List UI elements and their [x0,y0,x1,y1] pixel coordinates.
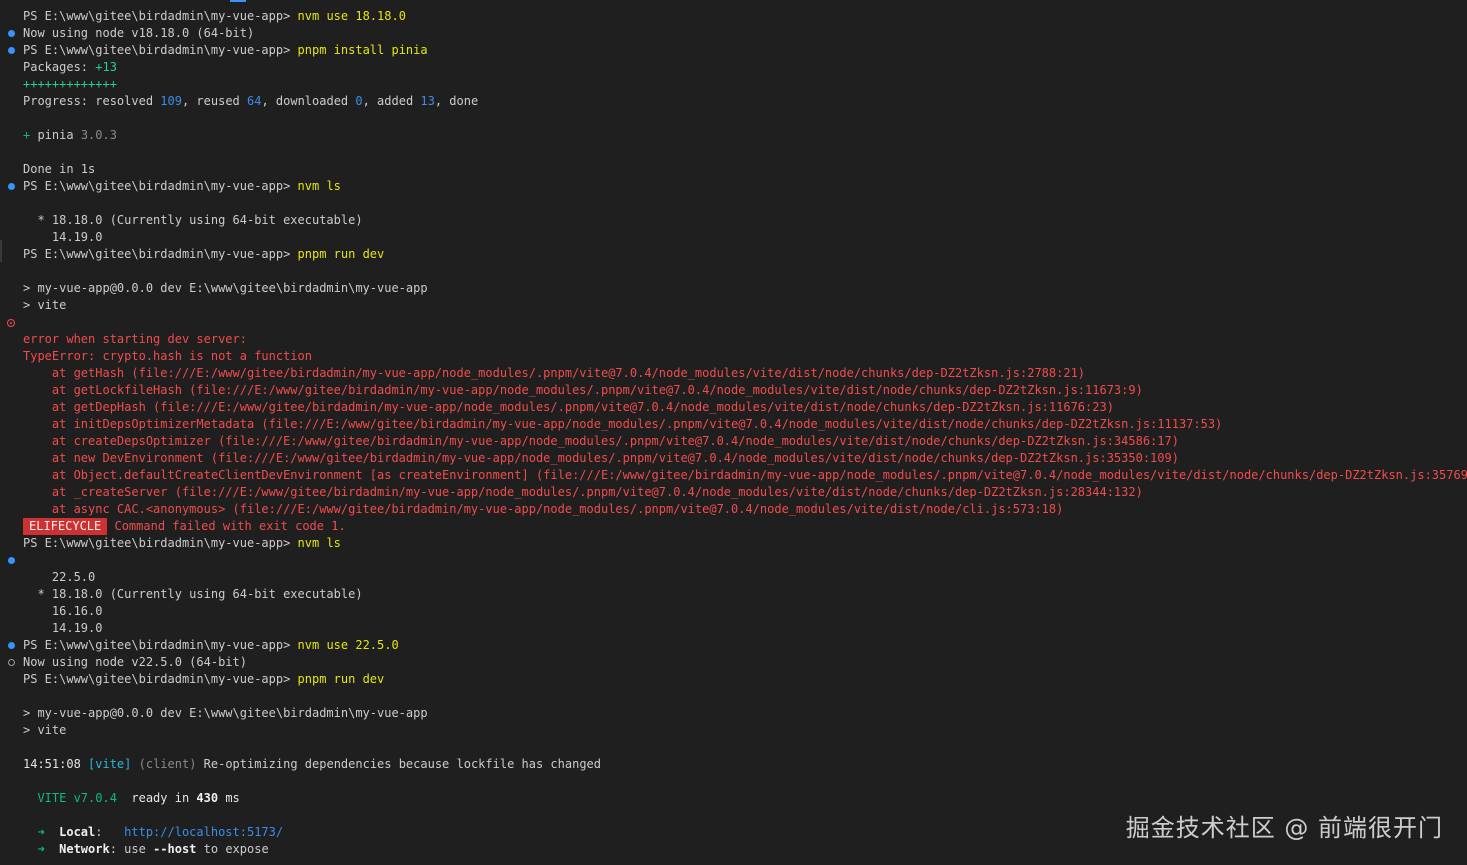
success-dot-icon [7,642,15,649]
terminal-line: PS E:\www\gitee\birdadmin\my-vue-app> nv… [7,637,1467,654]
success-dot-icon [7,557,15,564]
terminal-line: 14.19.0 [23,230,103,244]
arrow-right-icon: ➜ [23,842,60,856]
terminal-output: PS E:\www\gitee\birdadmin\my-vue-app> nv… [7,8,1467,858]
terminal-line: TypeError: crypto.hash is not a function [23,349,312,363]
stack-line: at new DevEnvironment (file:///E:/www/gi… [23,451,1179,465]
local-url-link[interactable]: http://localhost:5173/ [124,825,283,839]
stack-line: at _createServer (file:///E:/www/gitee/b… [23,485,1143,499]
terminal-line: 22.5.0 [23,570,96,584]
stack-line: at initDepsOptimizerMetadata (file:///E:… [23,417,1223,431]
command-decoration[interactable] [4,42,18,59]
stack-line: at Object.defaultCreateClientDevEnvironm… [23,468,1467,482]
pending-dot-icon [7,659,15,666]
terminal-line: PS E:\www\gitee\birdadmin\my-vue-app> nv… [23,536,341,550]
terminal-line: * 18.18.0 (Currently using 64-bit execut… [23,587,363,601]
terminal-line: 16.16.0 [23,604,103,618]
terminal-line: > vite [23,723,67,737]
terminal-line: 14:51:08 [vite] (client) Re-optimizing d… [23,757,601,771]
terminal-line: ➜ Network: use --host to expose [23,842,269,856]
arrow-right-icon: ➜ [23,825,60,839]
command-decoration[interactable] [4,552,18,569]
prompt: PS E:\www\gitee\birdadmin\my-vue-app> [23,9,298,23]
scroll-edge [0,240,2,262]
terminal-line [7,552,1467,569]
terminal-line: VITE v7.0.4 ready in 430 ms [23,791,240,805]
stack-line: at getHash (file:///E:/www/gitee/birdadm… [23,366,1086,380]
terminal-line: Now using node v22.5.0 (64-bit) [7,654,1467,671]
terminal-line: PS E:\www\gitee\birdadmin\my-vue-app> nv… [7,178,1467,195]
command-decoration[interactable] [4,178,18,195]
tab-indicator [230,0,246,2]
terminal-line: PS E:\www\gitee\birdadmin\my-vue-app> pn… [23,247,385,261]
error-circle-icon [7,318,15,327]
terminal-line: Progress: resolved 109, reused 64, downl… [23,94,479,108]
command-decoration[interactable] [4,654,18,671]
terminal-line: ELIFECYCLE Command failed with exit code… [23,518,1467,535]
terminal-panel[interactable]: PS E:\www\gitee\birdadmin\my-vue-app> nv… [0,0,1467,865]
terminal-line: > vite [23,298,67,312]
terminal-line: 14.19.0 [23,621,103,635]
stack-line: at getDepHash (file:///E:/www/gitee/bird… [23,400,1114,414]
stack-line: at getLockfileHash (file:///E:/www/gitee… [23,383,1143,397]
command-decoration[interactable] [4,637,18,654]
watermark: 掘金技术社区 @ 前端很开门 [1125,814,1443,842]
success-dot-icon [7,47,15,54]
command-decoration[interactable] [4,25,18,42]
terminal-line: +++++++++++++ [23,77,117,91]
stack-line: at createDepsOptimizer (file:///E:/www/g… [23,434,1179,448]
stack-line: at async CAC.<anonymous> (file:///E:/www… [23,502,1064,516]
terminal-line [7,314,1467,331]
terminal-line: Done in 1s [23,162,96,176]
terminal-line: * 18.18.0 (Currently using 64-bit execut… [23,213,363,227]
terminal-line: Now using node v18.18.0 (64-bit) [7,25,1467,42]
success-dot-icon [7,30,15,37]
elifecycle-badge: ELIFECYCLE [23,518,108,535]
terminal-line: PS E:\www\gitee\birdadmin\my-vue-app> pn… [23,672,385,686]
terminal-line: > my-vue-app@0.0.0 dev E:\www\gitee\bird… [23,281,428,295]
terminal-line: error when starting dev server: [23,332,247,346]
command-decoration[interactable] [4,314,18,331]
success-dot-icon [7,183,15,190]
terminal-line: PS E:\www\gitee\birdadmin\my-vue-app> pn… [7,42,1467,59]
terminal-line: > my-vue-app@0.0.0 dev E:\www\gitee\bird… [23,706,428,720]
terminal-line: Packages: +13 [23,60,117,74]
terminal-line: + pinia 3.0.3 [23,128,117,142]
command: nvm use 18.18.0 [297,9,406,23]
terminal-line: PS E:\www\gitee\birdadmin\my-vue-app> nv… [23,8,1467,25]
